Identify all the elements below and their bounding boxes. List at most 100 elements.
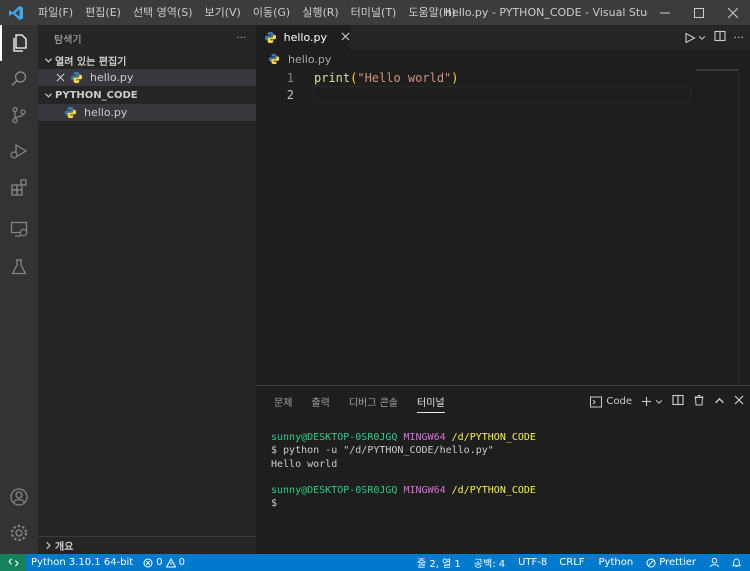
chevron-up-icon: [715, 397, 724, 403]
python-file-icon: [264, 31, 278, 45]
more-actions-button[interactable]: ···: [734, 31, 745, 44]
tab-debug-console[interactable]: 디버그 콘솔: [349, 386, 398, 417]
maximize-button[interactable]: [682, 0, 716, 25]
minimap[interactable]: [696, 69, 738, 71]
settings-gear-icon[interactable]: [0, 515, 38, 551]
line-number: 2: [286, 87, 294, 102]
chevron-down-icon: [655, 399, 663, 404]
terminal-env: MINGW64: [403, 432, 446, 443]
source-control-icon[interactable]: [0, 97, 38, 133]
menu-go[interactable]: 이동(G): [247, 0, 296, 25]
vscode-logo-icon: [0, 0, 32, 25]
search-icon[interactable]: [0, 61, 38, 97]
maximize-panel-button[interactable]: [714, 395, 725, 409]
python-file-icon: [268, 53, 282, 67]
open-editor-filename: hello.py: [90, 71, 134, 84]
activity-bar: [0, 25, 38, 554]
terminal-user: sunny@DESKTOP-0SR0JGQ: [271, 432, 398, 443]
prettier-status[interactable]: Prettier: [641, 557, 704, 568]
tab-problems[interactable]: 문제: [274, 386, 292, 417]
kill-terminal-button[interactable]: [693, 394, 705, 409]
open-editor-item[interactable]: hello.py: [38, 69, 256, 86]
explorer-icon[interactable]: [0, 25, 38, 61]
editor-tab[interactable]: hello.py: [256, 25, 350, 50]
code-line[interactable]: 1 print("Hello world"): [256, 69, 750, 86]
menu-run[interactable]: 실행(R): [296, 0, 344, 25]
code-editor[interactable]: 1 print("Hello world") 2: [256, 69, 750, 385]
warning-icon: [165, 557, 176, 567]
menu-view[interactable]: 보기(V): [198, 0, 246, 25]
terminal-path: /d/PYTHON_CODE: [451, 485, 536, 497]
menu-selection[interactable]: 선택 영역(S): [127, 0, 199, 25]
end-of-line[interactable]: CRLF: [554, 557, 593, 568]
code-text[interactable]: print("Hello world"): [314, 71, 459, 85]
menu-terminal[interactable]: 터미널(T): [345, 0, 403, 25]
split-editor-icon: [713, 30, 726, 42]
line-number: 1: [286, 70, 294, 85]
token-paren-close: ): [451, 70, 459, 85]
outline-section[interactable]: 개요: [38, 536, 256, 554]
notifications-button[interactable]: [726, 557, 750, 568]
remote-indicator[interactable]: [0, 554, 26, 571]
language-mode[interactable]: Python: [594, 557, 642, 568]
error-icon: [143, 558, 153, 567]
encoding[interactable]: UTF-8: [513, 557, 554, 568]
python-interpreter[interactable]: Python 3.10.1 64-bit: [26, 557, 138, 568]
run-debug-icon[interactable]: [0, 133, 38, 169]
new-terminal-button[interactable]: [641, 396, 663, 407]
close-editor-icon[interactable]: [56, 73, 70, 82]
split-editor-button[interactable]: [713, 30, 726, 45]
tab-label: hello.py: [283, 31, 327, 44]
tab-terminal[interactable]: 터미널: [417, 386, 445, 417]
split-terminal-icon: [672, 394, 684, 406]
run-python-file-button[interactable]: [684, 32, 706, 44]
chevron-down-icon: [41, 91, 55, 100]
terminal-output[interactable]: sunny@DESKTOP-0SR0JGQ MINGW64 /d/PYTHON_…: [271, 431, 536, 511]
breadcrumb-file[interactable]: hello.py: [288, 53, 331, 66]
terminal-selector[interactable]: Code: [590, 396, 632, 408]
editor-actions: ···: [684, 25, 745, 50]
folder-label: PYTHON_CODE: [55, 89, 138, 101]
terminal-program-output: Hello world: [271, 458, 338, 470]
terminal-prompt-line: sunny@DESKTOP-0SR0JGQ MINGW64 /d/PYTHON_…: [271, 431, 536, 444]
feedback-button[interactable]: [704, 557, 726, 568]
editor-scrollbar[interactable]: [738, 69, 750, 385]
problems-counter[interactable]: 0 0: [138, 557, 190, 568]
remote-icon: [8, 558, 18, 567]
close-icon: [734, 395, 744, 405]
open-editors-section[interactable]: 열려 있는 편집기: [38, 51, 256, 69]
close-panel-button[interactable]: [734, 395, 744, 408]
testing-icon[interactable]: [0, 249, 38, 285]
folder-section[interactable]: PYTHON_CODE: [38, 86, 256, 104]
cursor-position[interactable]: 줄 2, 열 1: [412, 555, 469, 570]
explorer-sidebar: 탐색기 ··· 열려 있는 편집기 hello.py PYTHON_CODE h…: [38, 25, 256, 554]
tab-output[interactable]: 출력: [311, 386, 329, 417]
maximize-icon: [694, 7, 704, 18]
close-window-button[interactable]: [716, 0, 750, 25]
prettier-label: Prettier: [659, 557, 696, 568]
bell-icon: [731, 558, 742, 568]
double-check-icon: [646, 558, 656, 567]
indentation[interactable]: 공백: 4: [469, 555, 513, 570]
bottom-panel: 문제 출력 디버그 콘솔 터미널 Code sunny@DESKTOP-0SR0…: [256, 385, 750, 554]
explorer-more-actions[interactable]: ···: [236, 33, 246, 44]
terminal-input-prompt[interactable]: $: [271, 497, 536, 510]
remote-explorer-icon[interactable]: [0, 211, 38, 247]
close-icon: [728, 7, 738, 18]
extensions-icon[interactable]: [0, 169, 38, 205]
minimize-button[interactable]: [648, 0, 682, 25]
tab-close-icon[interactable]: [341, 31, 350, 44]
warning-count: 0: [178, 557, 185, 568]
split-terminal-button[interactable]: [672, 394, 684, 409]
code-line[interactable]: 2: [256, 86, 750, 103]
menu-edit[interactable]: 편집(E): [79, 0, 127, 25]
terminal-selector-label: Code: [606, 396, 632, 407]
play-icon: [684, 32, 696, 43]
explorer-header: 탐색기 ···: [38, 25, 256, 51]
chevron-down-icon: [41, 56, 55, 65]
terminal-path: /d/PYTHON_CODE: [451, 432, 536, 443]
menu-file[interactable]: 파일(F): [32, 0, 79, 25]
person-feedback-icon: [709, 557, 720, 568]
account-icon[interactable]: [0, 479, 38, 515]
file-item[interactable]: hello.py: [38, 104, 256, 121]
